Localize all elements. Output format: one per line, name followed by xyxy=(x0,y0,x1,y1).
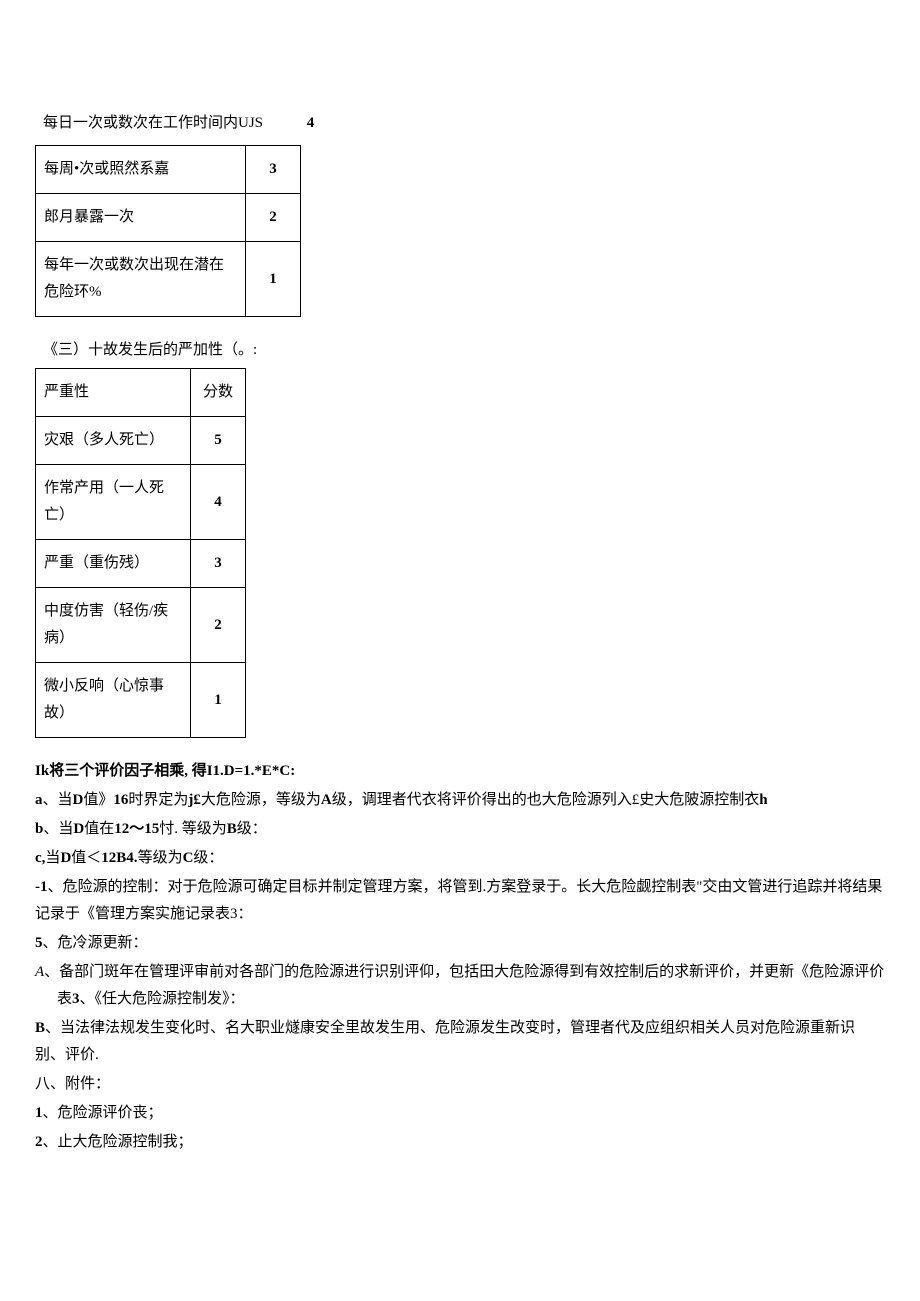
text: 2 xyxy=(35,1134,43,1150)
severity-label: 中度仿害（轻伤/疾病） xyxy=(36,588,191,663)
table-row: 郎月暴露一次 2 xyxy=(36,194,301,242)
table-row: 作常产用（一人死亡） 4 xyxy=(36,465,246,540)
exposure-score: 3 xyxy=(246,146,301,194)
pre-table-text: 每日一次或数次在工作时间内UJS xyxy=(43,115,263,131)
text: B xyxy=(35,1020,45,1036)
text: 、危险源的控制：对于危险源可确定目标并制定管理方案，将管到.方案登录于。长大危险… xyxy=(35,879,882,922)
text: Ik xyxy=(35,763,49,779)
text: B xyxy=(227,821,237,837)
table-row: 灾艰（多人死亡） 5 xyxy=(36,417,246,465)
severity-label: 微小反响（心惊事故） xyxy=(36,663,191,738)
text: 、当 xyxy=(43,792,73,808)
text: 级： xyxy=(193,850,223,866)
pre-table-score: 4 xyxy=(307,115,315,131)
para-attach-1: 1、危险源评价丧； xyxy=(35,1100,885,1127)
text: 值＜ xyxy=(71,850,101,866)
severity-label: 灾艰（多人死亡） xyxy=(36,417,191,465)
para-attach-2: 2、止大危险源控制我； xyxy=(35,1129,885,1156)
text: 1 xyxy=(35,1105,43,1121)
severity-header-label: 严重性 xyxy=(36,369,191,417)
text: 时界定为 xyxy=(128,792,188,808)
table-row: 中度仿害（轻伤/疾病） 2 xyxy=(36,588,246,663)
text: A xyxy=(35,964,44,980)
para-b: b、当D值在12〜15忖. 等级为B级： xyxy=(35,816,885,843)
text: 级，调理者代衣将评价得出的也大危险源列入£史大危陂源控制衣 xyxy=(332,792,760,808)
text: 将三个评价因子相乘, 得I1.D=1.*E*C: xyxy=(49,763,295,779)
exposure-table: 每周•次或照然系嘉 3 郎月暴露一次 2 每年一次或数次出现在潜在危险环% 1 xyxy=(35,145,301,317)
text: 、当法律法规发生变化时、名大职业燧康安全里故发生用、危险源发生改变时，管理者代及… xyxy=(35,1020,855,1063)
text: -1 xyxy=(35,879,48,895)
exposure-score: 1 xyxy=(246,242,301,317)
severity-score: 4 xyxy=(191,465,246,540)
text: h xyxy=(759,792,767,808)
text: 值》 xyxy=(83,792,113,808)
text: 3 xyxy=(72,991,80,1007)
para-control: -1、危险源的控制：对于危险源可确定目标并制定管理方案，将管到.方案登录于。长大… xyxy=(35,874,885,928)
text: 忖. 等级为 xyxy=(159,821,227,837)
severity-score: 1 xyxy=(191,663,246,738)
severity-score: 5 xyxy=(191,417,246,465)
severity-label: 作常产用（一人死亡） xyxy=(36,465,191,540)
para-A: A、备部门斑年在管理评审前对各部门的危险源进行识别评仰，包括田大危险源得到有效控… xyxy=(57,959,885,1013)
table-row: 严重（重伤残） 3 xyxy=(36,540,246,588)
text: 、止大危险源控制我； xyxy=(43,1134,193,1150)
text: a xyxy=(35,792,43,808)
exposure-label: 每周•次或照然系嘉 xyxy=(36,146,246,194)
exposure-label: 郎月暴露一次 xyxy=(36,194,246,242)
para-update: 5、危冷源更新： xyxy=(35,930,885,957)
text: D xyxy=(73,821,84,837)
severity-score: 2 xyxy=(191,588,246,663)
exposure-score: 2 xyxy=(246,194,301,242)
text: 级： xyxy=(237,821,267,837)
text: j£ xyxy=(188,792,201,808)
text: C xyxy=(183,850,194,866)
text: 、危冷源更新： xyxy=(43,935,148,951)
text: 、当 xyxy=(43,821,73,837)
severity-label: 严重（重伤残） xyxy=(36,540,191,588)
text: 大危险源，等级为 xyxy=(201,792,321,808)
text: 16 xyxy=(113,792,128,808)
text: A xyxy=(321,792,332,808)
table-header-row: 严重性 分数 xyxy=(36,369,246,417)
text: 、《任大危险源控制发》： xyxy=(80,991,245,1007)
text: D xyxy=(60,850,71,866)
severity-header-score: 分数 xyxy=(191,369,246,417)
exposure-label: 每年一次或数次出现在潜在危险环% xyxy=(36,242,246,317)
text: 值在 xyxy=(84,821,114,837)
text: 5 xyxy=(35,935,43,951)
severity-score: 3 xyxy=(191,540,246,588)
text: c, xyxy=(35,850,45,866)
severity-table: 严重性 分数 灾艰（多人死亡） 5 作常产用（一人死亡） 4 严重（重伤残） 3… xyxy=(35,368,246,738)
para-B: B、当法律法规发生变化时、名大职业燧康安全里故发生用、危险源发生改变时，管理者代… xyxy=(35,1015,885,1069)
para-attachments: 八、附件： xyxy=(35,1071,885,1098)
text: 当 xyxy=(45,850,60,866)
text: 、危险源评价丧； xyxy=(43,1105,163,1121)
para-formula: Ik将三个评价因子相乘, 得I1.D=1.*E*C: xyxy=(35,758,885,785)
table-row: 每周•次或照然系嘉 3 xyxy=(36,146,301,194)
text: 12〜15 xyxy=(114,821,159,837)
para-a: a、当D值》16时界定为j£大危险源，等级为A级，调理者代衣将评价得出的也大危险… xyxy=(35,787,885,814)
table-row: 微小反响（心惊事故） 1 xyxy=(36,663,246,738)
text: 等级为 xyxy=(138,850,183,866)
text: 12B4. xyxy=(101,850,137,866)
para-c: c,当D值＜12B4.等级为C级： xyxy=(35,845,885,872)
table-row: 每年一次或数次出现在潜在危险环% 1 xyxy=(36,242,301,317)
text: D xyxy=(73,792,84,808)
section-title: 《三）十故发生后的严加性（。: xyxy=(43,337,885,364)
pre-table-line: 每日一次或数次在工作时间内UJS 4 xyxy=(43,110,885,137)
